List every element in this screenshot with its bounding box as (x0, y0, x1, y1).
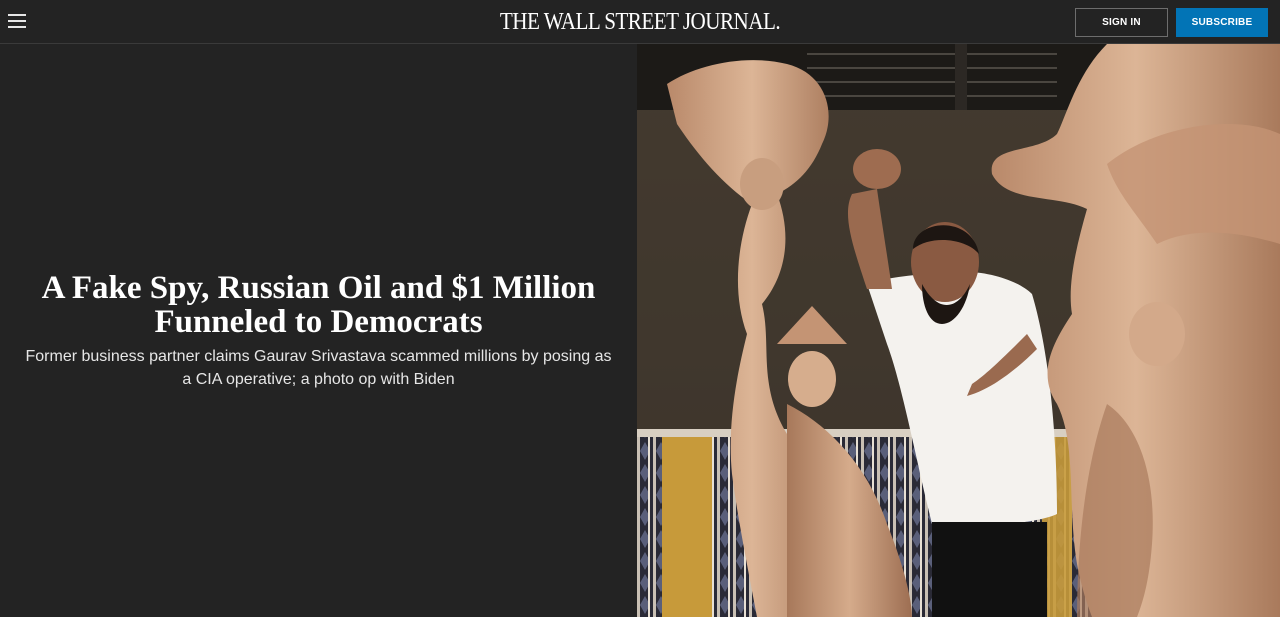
top-navigation-bar: THE WALL STREET JOURNAL. SIGN IN SUBSCRI… (0, 0, 1280, 44)
headline[interactable]: A Fake Spy, Russian Oil and $1 Million F… (19, 271, 619, 339)
lead-story-photo[interactable] (637, 44, 1280, 617)
sign-in-button[interactable]: SIGN IN (1075, 8, 1168, 37)
summary-dek: Former business partner claims Gaurav Sr… (25, 347, 612, 388)
wsj-logo[interactable]: THE WALL STREET JOURNAL. (77, 9, 1203, 36)
lead-story-text: A Fake Spy, Russian Oil and $1 Million F… (0, 44, 637, 617)
subscribe-button[interactable]: SUBSCRIBE (1176, 8, 1268, 37)
hamburger-menu-icon[interactable] (6, 11, 28, 31)
photo-illustration (637, 44, 1280, 617)
